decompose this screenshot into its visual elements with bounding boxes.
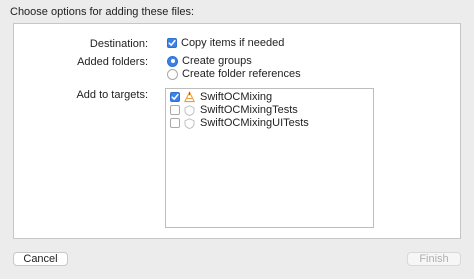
create-groups-radio[interactable] (167, 55, 178, 67)
copy-items-label: Copy items if needed (181, 37, 285, 49)
create-groups-option[interactable]: Create groups (167, 55, 252, 67)
added-folders-label: Added folders: (77, 56, 148, 68)
create-folder-references-label: Create folder references (182, 68, 301, 80)
target-label: SwiftOCMixing (200, 91, 273, 103)
dialog-heading: Choose options for adding these files: (10, 6, 195, 18)
target-label: SwiftOCMixingTests (200, 104, 298, 116)
finish-button[interactable]: Finish (407, 252, 461, 266)
create-folder-references-option[interactable]: Create folder references (167, 68, 301, 80)
targets-list[interactable]: SwiftOCMixing SwiftOCMixingTests SwiftOC… (165, 88, 374, 228)
target-label: SwiftOCMixingUITests (200, 117, 309, 129)
target-checkbox[interactable] (170, 105, 180, 115)
add-to-targets-label: Add to targets: (76, 89, 148, 101)
checkmark-icon (168, 39, 176, 46)
options-panel: Destination: Copy items if needed Added … (13, 23, 461, 239)
target-row-swiftocmixingtests[interactable]: SwiftOCMixingTests (170, 104, 298, 116)
checkmark-icon (171, 93, 179, 100)
test-bundle-icon (184, 104, 195, 116)
create-groups-label: Create groups (182, 55, 252, 67)
create-folder-references-radio[interactable] (167, 68, 178, 80)
copy-items-checkbox[interactable] (167, 38, 177, 48)
copy-items-option[interactable]: Copy items if needed (167, 37, 284, 49)
target-row-swiftocmixinguitests[interactable]: SwiftOCMixingUITests (170, 117, 309, 129)
target-checkbox[interactable] (170, 92, 180, 102)
destination-label: Destination: (89, 38, 148, 50)
test-bundle-icon (184, 117, 195, 129)
target-row-swiftocmixing[interactable]: SwiftOCMixing (170, 91, 272, 103)
target-checkbox[interactable] (170, 118, 180, 128)
app-target-icon (184, 91, 195, 103)
cancel-button[interactable]: Cancel (13, 252, 68, 266)
